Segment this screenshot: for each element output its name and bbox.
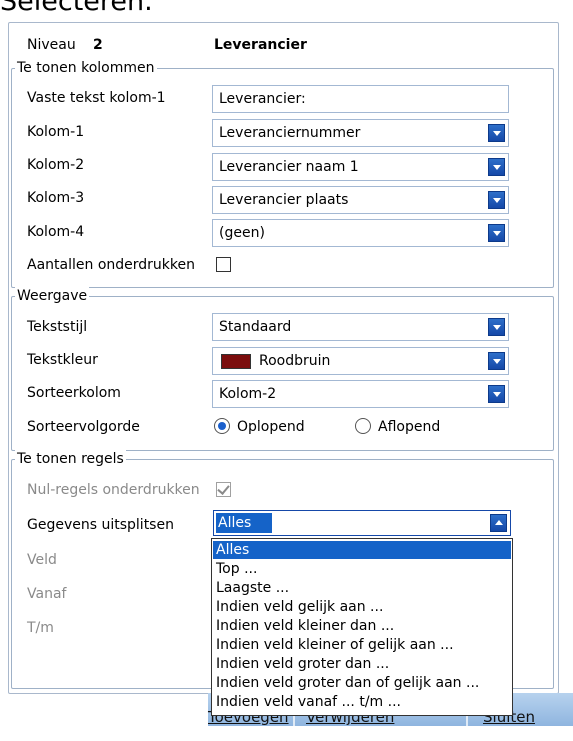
niveau-label: Niveau: [27, 37, 76, 53]
sort-order-label: Sorteervolgorde: [27, 419, 140, 435]
fixed-text-label: Vaste tekst kolom-1: [27, 90, 166, 106]
col1-select[interactable]: Leveranciernummer: [212, 119, 509, 147]
split-select[interactable]: Alles: [213, 510, 511, 536]
col1-value: Leveranciernummer: [219, 125, 361, 141]
sort-column-value: Kolom-2: [219, 386, 277, 402]
chevron-down-icon[interactable]: [488, 191, 505, 209]
niveau-value: 2: [93, 37, 103, 53]
fixed-text-input[interactable]: Leverancier:: [212, 85, 509, 113]
col2-select[interactable]: Leverancier naam 1: [212, 153, 509, 181]
col3-label: Kolom-3: [27, 190, 85, 206]
tm-label: T/m: [27, 620, 54, 636]
dropdown-option-groter[interactable]: Indien veld groter dan ...: [213, 655, 511, 673]
dropdown-option-top[interactable]: Top ...: [213, 560, 511, 578]
col1-label: Kolom-1: [27, 124, 85, 140]
split-value: Alles: [216, 513, 272, 533]
dropdown-option-kleiner[interactable]: Indien veld kleiner dan ...: [213, 617, 511, 635]
col4-select[interactable]: (geen): [212, 219, 509, 247]
null-rows-checkbox[interactable]: [216, 482, 231, 497]
display-group-title: Weergave: [15, 287, 90, 305]
vanaf-label: Vanaf: [27, 586, 67, 602]
null-rows-label: Nul-regels onderdrukken: [27, 482, 200, 498]
color-swatch: [221, 354, 251, 369]
text-style-select[interactable]: Standaard: [212, 313, 509, 341]
dropdown-option-gelijk[interactable]: Indien veld gelijk aan ...: [213, 598, 511, 616]
niveau-name: Leverancier: [214, 37, 307, 53]
col4-label: Kolom-4: [27, 224, 85, 240]
suppress-counts-label: Aantallen onderdrukken: [27, 257, 195, 273]
col4-value: (geen): [219, 225, 265, 241]
dropdown-option-kleiner-gelijk[interactable]: Indien veld kleiner of gelijk aan ...: [213, 636, 511, 654]
col2-value: Leverancier naam 1: [219, 159, 359, 175]
sort-asc-radio[interactable]: [214, 418, 230, 434]
suppress-counts-checkbox[interactable]: [216, 257, 231, 272]
dropdown-option-laagste[interactable]: Laagste ...: [213, 579, 511, 597]
veld-label: Veld: [27, 552, 57, 568]
text-color-label: Tekstkleur: [27, 352, 98, 368]
text-style-value: Standaard: [219, 319, 292, 335]
sort-column-label: Sorteerkolom: [27, 385, 121, 401]
sort-desc-label[interactable]: Aflopend: [378, 418, 440, 436]
text-style-label: Tekststijl: [27, 319, 88, 335]
page-heading-fragment: Selecteren.: [0, 0, 153, 17]
sort-column-select[interactable]: Kolom-2: [212, 380, 509, 408]
sort-desc-radio[interactable]: [355, 418, 371, 434]
text-color-select[interactable]: Roodbruin: [212, 347, 509, 375]
chevron-down-icon[interactable]: [488, 352, 505, 370]
checkmark-icon: [217, 482, 230, 495]
col3-value: Leverancier plaats: [219, 192, 349, 208]
columns-group-title: Te tonen kolommen: [15, 59, 157, 77]
chevron-up-icon[interactable]: [490, 514, 507, 532]
split-label: Gegevens uitsplitsen: [27, 517, 174, 533]
text-color-value: Roodbruin: [259, 353, 331, 369]
rows-group-title: Te tonen regels: [15, 450, 126, 468]
col3-select[interactable]: Leverancier plaats: [212, 186, 509, 214]
col2-label: Kolom-2: [27, 157, 85, 173]
dropdown-option-vanaf-tm[interactable]: Indien veld vanaf ... t/m ...: [213, 693, 511, 711]
chevron-down-icon[interactable]: [488, 224, 505, 242]
chevron-down-icon[interactable]: [488, 385, 505, 403]
split-dropdown-list: Alles Top ... Laagste ... Indien veld ge…: [211, 538, 513, 716]
sort-asc-label[interactable]: Oplopend: [237, 418, 305, 436]
chevron-down-icon[interactable]: [488, 158, 505, 176]
dropdown-option-alles[interactable]: Alles: [213, 541, 511, 559]
dropdown-option-groter-gelijk[interactable]: Indien veld groter dan of gelijk aan ...: [213, 674, 511, 692]
chevron-down-icon[interactable]: [488, 124, 505, 142]
chevron-down-icon[interactable]: [488, 318, 505, 336]
